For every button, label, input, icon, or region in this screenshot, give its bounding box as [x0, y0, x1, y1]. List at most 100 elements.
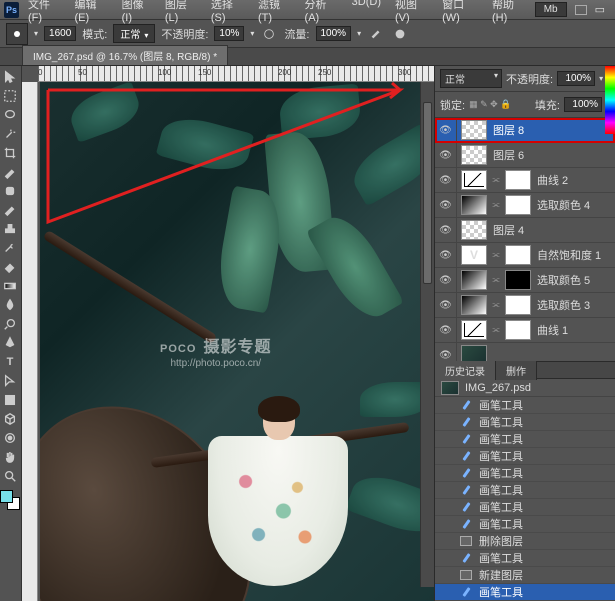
menu-bar: Ps 文件(F)编辑(E)图像(I)图层(L)选择(S)滤镜(T)分析(A)3D… — [0, 0, 615, 20]
history-item[interactable]: 画笔工具 — [435, 465, 615, 482]
layer-fill-input[interactable]: 100% — [564, 97, 602, 112]
layer-thumb — [461, 295, 487, 315]
layer-row[interactable]: 👁⫘选取颜色 4 — [435, 193, 615, 218]
3d-camera-tool[interactable] — [0, 429, 20, 447]
flow-label: 流量: — [284, 26, 309, 42]
history-snapshot[interactable]: IMG_267.psd — [435, 379, 615, 397]
menu-item[interactable]: 图层(L) — [158, 0, 204, 26]
flow-input[interactable]: 100% — [316, 26, 352, 41]
layer-opacity-input[interactable]: 100% — [557, 71, 595, 86]
layer-row[interactable]: 👁图层 6 — [435, 143, 615, 168]
eraser-tool[interactable] — [0, 258, 20, 276]
pressure-size-icon[interactable] — [391, 25, 409, 43]
menu-item[interactable]: 滤镜(T) — [251, 0, 298, 26]
history-item[interactable]: 画笔工具 — [435, 516, 615, 533]
canvas[interactable]: POCO 摄影专题 http://photo.poco.cn/ — [40, 82, 434, 601]
layer-row[interactable]: 👁 — [435, 343, 615, 361]
visibility-toggle[interactable]: 👁 — [435, 293, 457, 317]
layer-row[interactable]: 👁⫘选取颜色 3 — [435, 293, 615, 318]
history-brush-tool[interactable] — [0, 239, 20, 257]
screen-mode-icon[interactable]: ▭ — [595, 3, 605, 16]
visibility-toggle[interactable]: 👁 — [435, 343, 457, 361]
stamp-tool[interactable] — [0, 220, 20, 238]
history-item[interactable]: 画笔工具 — [435, 482, 615, 499]
marquee-tool[interactable] — [0, 87, 20, 105]
canvas-area: 050100150200250300350 — [22, 66, 434, 601]
layer-thumb — [461, 320, 487, 340]
pen-tool[interactable] — [0, 334, 20, 352]
scrollbar-vertical[interactable] — [420, 82, 434, 587]
lasso-tool[interactable] — [0, 106, 20, 124]
history-item[interactable]: 画笔工具 — [435, 448, 615, 465]
dodge-tool[interactable] — [0, 315, 20, 333]
layer-row[interactable]: 👁⫘曲线 2 — [435, 168, 615, 193]
hand-tool[interactable] — [0, 448, 20, 466]
visibility-toggle[interactable]: 👁 — [435, 318, 457, 342]
history-item[interactable]: 画笔工具 — [435, 550, 615, 567]
menu-item[interactable]: 编辑(E) — [68, 0, 115, 26]
history-item[interactable]: 画笔工具 — [435, 431, 615, 448]
blend-mode-select[interactable]: 正常 — [113, 24, 155, 43]
brush-size[interactable]: 1600 — [44, 26, 76, 41]
menu-item[interactable]: 3D(D) — [345, 0, 388, 26]
menu-item[interactable]: 帮助(H) — [485, 0, 533, 26]
lock-icons[interactable]: ▦ ✎ ✥ 🔒 — [469, 99, 511, 110]
gradient-tool[interactable] — [0, 277, 20, 295]
history-item[interactable]: 新建图层 — [435, 567, 615, 584]
menu-item[interactable]: 选择(S) — [204, 0, 251, 26]
history-tab[interactable]: 历史记录 — [435, 361, 496, 380]
menu-item[interactable]: 窗口(W) — [435, 0, 485, 26]
path-tool[interactable] — [0, 372, 20, 390]
brush-icon — [459, 483, 473, 497]
actions-tab[interactable]: 删作 — [496, 361, 537, 380]
color-ramp[interactable] — [605, 66, 615, 134]
layer-blend-select[interactable]: 正常 — [440, 69, 502, 88]
visibility-toggle[interactable]: 👁 — [435, 168, 457, 192]
history-item[interactable]: 画笔工具 — [435, 397, 615, 414]
type-tool[interactable]: T — [0, 353, 20, 371]
panels: 正常 不透明度: 100% ▾ 锁定: ▦ ✎ ✥ 🔒 填充: 100% ▾ 👁… — [434, 66, 615, 601]
crop-tool[interactable] — [0, 144, 20, 162]
eyedropper-tool[interactable] — [0, 163, 20, 181]
menu-item[interactable]: 分析(A) — [298, 0, 345, 26]
brush-preview[interactable] — [6, 23, 28, 45]
frame-icon[interactable] — [575, 5, 587, 15]
document-tab[interactable]: IMG_267.psd @ 16.7% (图层 8, RGB/8) * — [22, 45, 228, 65]
visibility-toggle[interactable]: 👁 — [435, 218, 457, 242]
layer-name: 选取颜色 3 — [535, 297, 611, 313]
visibility-toggle[interactable]: 👁 — [435, 268, 457, 292]
foreground-color[interactable] — [0, 490, 13, 503]
move-tool[interactable] — [0, 68, 20, 86]
visibility-toggle[interactable]: 👁 — [435, 143, 457, 167]
shape-tool[interactable] — [0, 391, 20, 409]
history-item[interactable]: 画笔工具 — [435, 584, 615, 601]
app-icon: Ps — [4, 2, 19, 18]
history-item[interactable]: 删除图层 — [435, 533, 615, 550]
layer-row[interactable]: 👁V⫘自然饱和度 1 — [435, 243, 615, 268]
visibility-toggle[interactable]: 👁 — [435, 118, 457, 142]
wand-tool[interactable] — [0, 125, 20, 143]
history-item[interactable]: 画笔工具 — [435, 499, 615, 516]
layer-name: 选取颜色 4 — [535, 197, 611, 213]
menu-item[interactable]: 视图(V) — [388, 0, 435, 26]
zoom-tool[interactable] — [0, 467, 20, 485]
3d-tool[interactable] — [0, 410, 20, 428]
layer-row[interactable]: 👁⫘曲线 1 — [435, 318, 615, 343]
layer-name: 自然饱和度 1 — [535, 247, 611, 263]
mask-thumb — [505, 170, 531, 190]
color-swatches[interactable] — [0, 490, 20, 510]
opacity-input[interactable]: 10% — [214, 26, 244, 41]
pressure-opacity-icon[interactable] — [260, 25, 278, 43]
heal-tool[interactable] — [0, 182, 20, 200]
blur-tool[interactable] — [0, 296, 20, 314]
brush-tool[interactable] — [0, 201, 20, 219]
layer-row[interactable]: 👁图层 8 — [435, 118, 615, 143]
menu-item[interactable]: 图像(I) — [115, 0, 158, 26]
airbrush-icon[interactable] — [367, 25, 385, 43]
layer-row[interactable]: 👁图层 4 — [435, 218, 615, 243]
history-item[interactable]: 画笔工具 — [435, 414, 615, 431]
layer-row[interactable]: 👁⫘选取颜色 5 — [435, 268, 615, 293]
watermark: POCO 摄影专题 http://photo.poco.cn/ — [160, 332, 272, 369]
visibility-toggle[interactable]: 👁 — [435, 243, 457, 267]
visibility-toggle[interactable]: 👁 — [435, 193, 457, 217]
